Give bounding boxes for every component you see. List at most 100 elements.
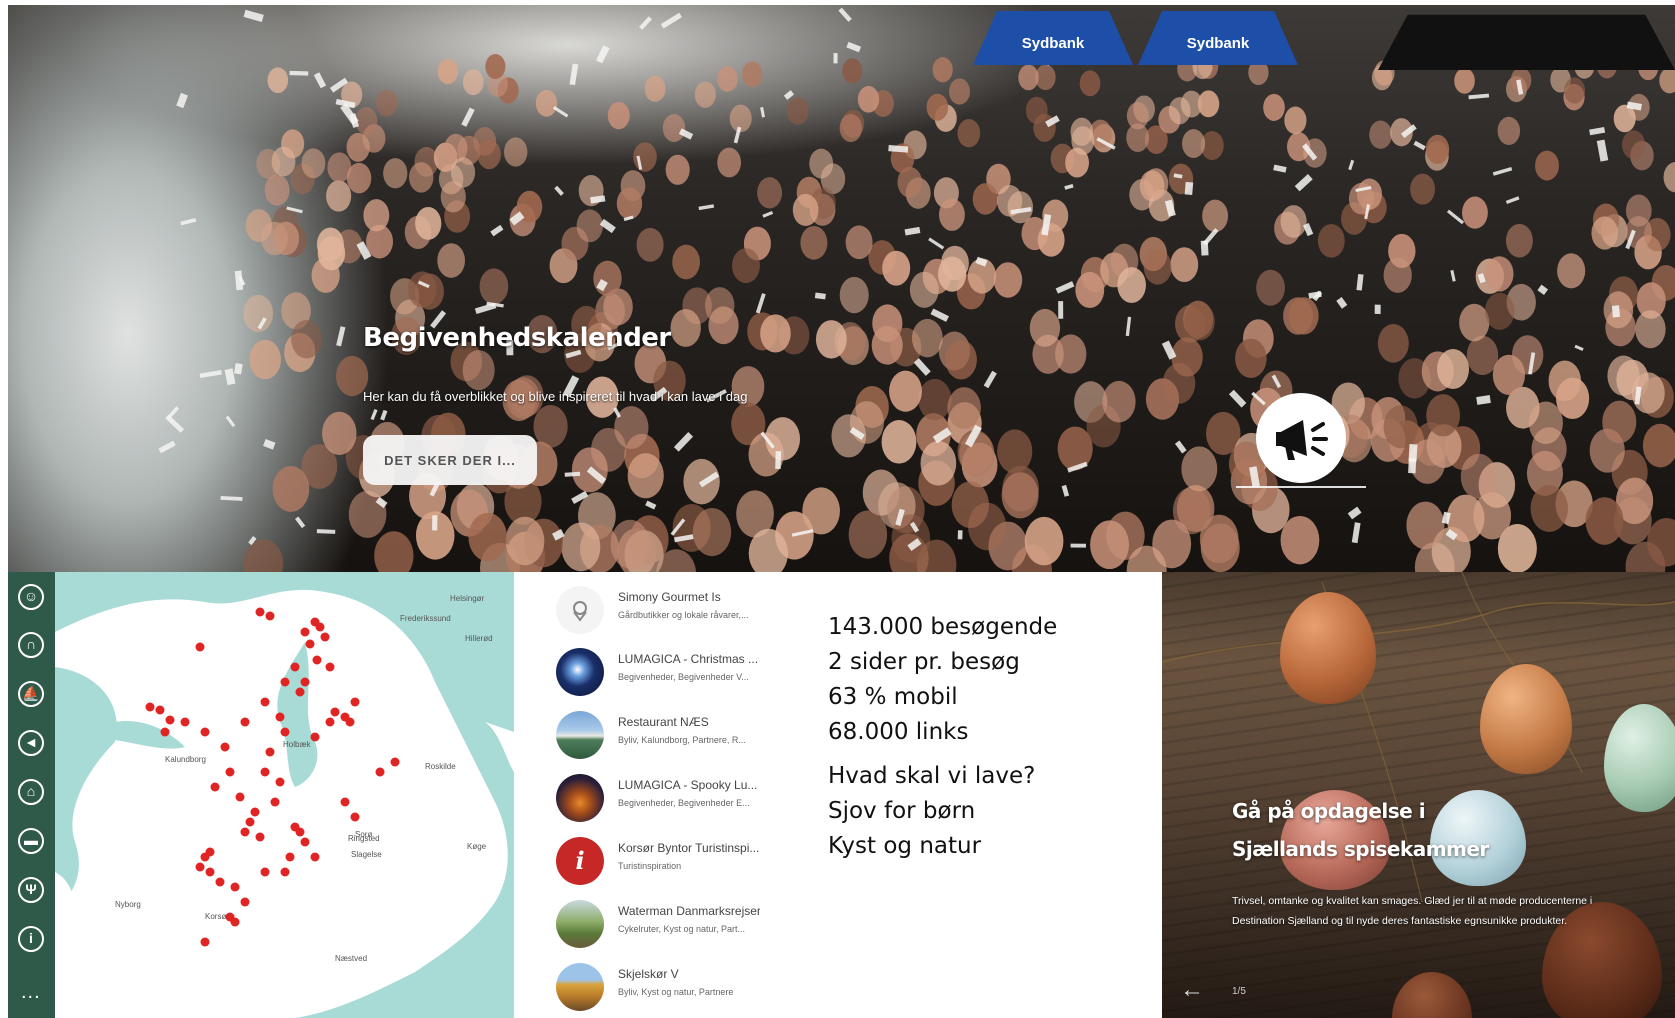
map-pin[interactable] (230, 917, 240, 927)
crowd-head (997, 429, 1033, 474)
ship-icon[interactable]: ⛵ (18, 681, 44, 707)
map-pin[interactable] (220, 742, 230, 752)
megaphone-icon[interactable]: ◄ (18, 730, 44, 756)
stats-gap (828, 750, 1057, 759)
map-pin[interactable] (155, 705, 165, 715)
crowd-head (1659, 67, 1675, 94)
map-pin[interactable] (390, 757, 400, 767)
map-pin[interactable] (305, 639, 315, 649)
crowd-head (316, 227, 344, 262)
crowd-head (1426, 394, 1461, 437)
map-pin[interactable] (340, 797, 350, 807)
map-pin[interactable] (230, 882, 240, 892)
map-pin[interactable] (245, 817, 255, 827)
restaurant-icon[interactable]: Ψ (18, 877, 44, 903)
map-pin[interactable] (180, 717, 190, 727)
map-pin[interactable] (200, 727, 210, 737)
map-pin[interactable] (215, 877, 225, 887)
map-pin[interactable] (265, 611, 275, 621)
map-pin[interactable] (240, 897, 250, 907)
map-pin[interactable] (285, 852, 295, 862)
crowd-head (576, 209, 603, 243)
map-pin[interactable] (325, 662, 335, 672)
map-view[interactable]: Frederikssund Roskilde Holbæk Kalundborg… (55, 572, 514, 1018)
map-pin[interactable] (205, 847, 215, 857)
map-pin[interactable] (280, 727, 290, 737)
list-item[interactable]: Skjelskør V Byliv, Kyst og natur, Partne… (532, 957, 760, 1015)
map-pin[interactable] (280, 867, 290, 877)
map-pin[interactable] (300, 677, 310, 687)
map-pin[interactable] (310, 732, 320, 742)
map-pin[interactable] (255, 832, 265, 842)
map-pin[interactable] (200, 937, 210, 947)
map-pin[interactable] (235, 792, 245, 802)
map-pin[interactable] (240, 717, 250, 727)
map-pin[interactable] (260, 697, 270, 707)
confetti (1351, 522, 1361, 544)
map-pin[interactable] (290, 662, 300, 672)
map-pin[interactable] (210, 782, 220, 792)
map-pin[interactable] (165, 715, 175, 725)
arrow-left-icon[interactable]: ← (1180, 976, 1204, 1004)
confetti (760, 106, 766, 118)
map-pin[interactable] (195, 862, 205, 872)
map-pin[interactable] (320, 632, 330, 642)
headphones-icon[interactable]: ∩ (18, 632, 44, 658)
museum-icon[interactable]: ⌂ (18, 779, 44, 805)
map-pin[interactable] (260, 867, 270, 877)
map-pin[interactable] (330, 707, 340, 717)
crowd-head (636, 227, 664, 262)
child-icon[interactable]: ☺ (18, 584, 44, 610)
crowd-head (462, 350, 495, 391)
map-pin[interactable] (350, 697, 360, 707)
map-pin[interactable] (275, 777, 285, 787)
crowd-head (1585, 497, 1624, 545)
map-pin[interactable] (315, 622, 325, 632)
info-icon[interactable]: i (18, 926, 44, 952)
crowd-head (839, 276, 869, 314)
events-button[interactable]: DET SKER DER I... (363, 435, 537, 485)
map-pin[interactable] (350, 812, 360, 822)
map-pin[interactable] (312, 655, 322, 665)
map-pin[interactable] (300, 837, 310, 847)
map-pin[interactable] (265, 747, 275, 757)
map-pin[interactable] (195, 642, 205, 652)
map-pin[interactable] (260, 767, 270, 777)
list-item[interactable]: Waterman Danmarksrejser Cykelruter, Kyst… (532, 894, 760, 952)
map-pin[interactable] (240, 827, 250, 837)
list-item[interactable]: Restaurant NÆS Byliv, Kalundborg, Partne… (532, 705, 760, 763)
crowd-head (363, 199, 390, 232)
map-pin[interactable] (145, 702, 155, 712)
bed-icon[interactable]: ▬ (18, 828, 44, 854)
map-pin[interactable] (310, 852, 320, 862)
crowd-head (815, 320, 847, 359)
map-pin[interactable] (345, 717, 355, 727)
map-pin[interactable] (205, 867, 215, 877)
list-item[interactable]: Simony Gourmet Is Gårdbutikker og lokale… (532, 580, 760, 638)
megaphone-badge[interactable] (1256, 393, 1346, 483)
more-icon[interactable]: ... (21, 981, 41, 1004)
map-pin[interactable] (255, 607, 265, 617)
map-pin[interactable] (295, 687, 305, 697)
crowd-head (1143, 168, 1169, 200)
map-pin[interactable] (250, 807, 260, 817)
list-item[interactable]: LUMAGICA - Spooky Lu... Begivenheder, Be… (532, 768, 760, 826)
confetti (1446, 209, 1465, 225)
crowd-head (938, 198, 965, 231)
map-pin[interactable] (375, 767, 385, 777)
list-item[interactable]: i Korsør Byntor Turistinspi... Turistins… (532, 831, 760, 889)
crowd-head (271, 146, 296, 177)
map-pin[interactable] (270, 797, 280, 807)
confetti (1055, 281, 1075, 294)
list-item[interactable]: LUMAGICA - Christmas ... Begivenheder, B… (532, 642, 760, 700)
confetti (1596, 139, 1609, 162)
map-pin[interactable] (225, 767, 235, 777)
map-pin[interactable] (275, 712, 285, 722)
map-pin[interactable] (300, 627, 310, 637)
map-pin[interactable] (280, 677, 290, 687)
map-canvas[interactable] (55, 572, 514, 1018)
map-pin[interactable] (325, 717, 335, 727)
crowd-head (1591, 216, 1619, 250)
map-pin[interactable] (295, 827, 305, 837)
map-pin[interactable] (160, 727, 170, 737)
